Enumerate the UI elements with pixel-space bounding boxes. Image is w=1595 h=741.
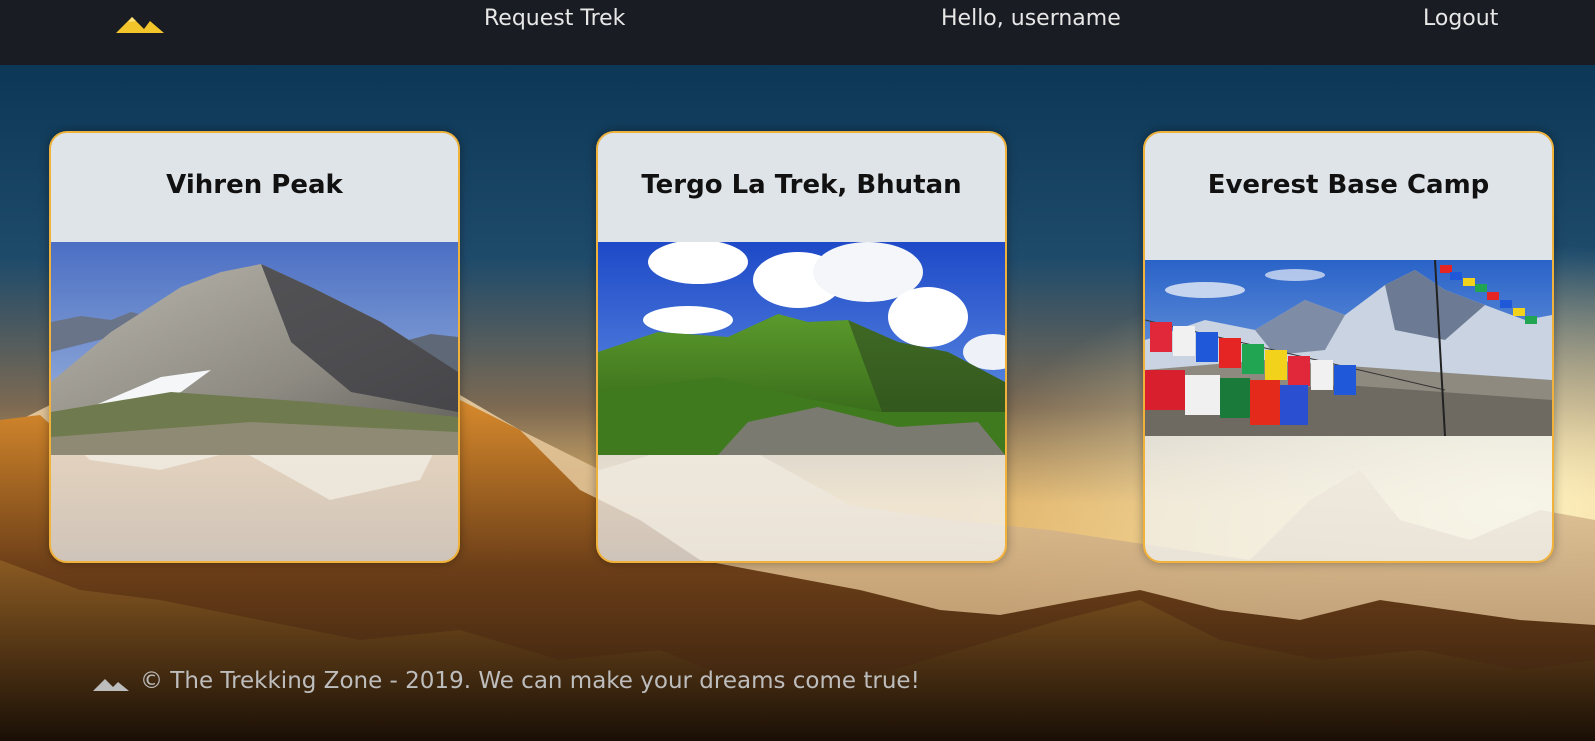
trek-title: Everest Base Camp bbox=[1207, 170, 1490, 200]
card-header: Tergo La Trek, Bhutan bbox=[598, 133, 1005, 242]
trek-card-everest-base-camp[interactable]: Everest Base Camp bbox=[1143, 131, 1554, 563]
card-header: Everest Base Camp bbox=[1145, 133, 1552, 260]
trek-card-vihren-peak[interactable]: Vihren Peak bbox=[49, 131, 460, 563]
mountain-icon bbox=[93, 679, 129, 691]
request-trek-link[interactable]: Request Trek bbox=[484, 6, 625, 31]
card-header: Vihren Peak bbox=[51, 133, 458, 242]
trek-title: Tergo La Trek, Bhutan bbox=[641, 170, 962, 200]
footer-copyright: © The Trekking Zone - 2019. We can make … bbox=[140, 668, 920, 694]
prayer-flags-snow-peaks-image bbox=[1145, 260, 1552, 436]
logout-link[interactable]: Logout bbox=[1423, 6, 1498, 31]
trek-title: Vihren Peak bbox=[166, 170, 343, 200]
grey-mountain-peak-image bbox=[51, 242, 458, 455]
top-navbar: Request Trek Hello, username Logout bbox=[0, 0, 1595, 65]
trek-card-tergo-la[interactable]: Tergo La Trek, Bhutan bbox=[596, 131, 1007, 563]
green-hills-clouds-image bbox=[598, 242, 1005, 455]
mountain-logo-icon[interactable] bbox=[116, 13, 166, 35]
user-greeting: Hello, username bbox=[941, 6, 1121, 31]
